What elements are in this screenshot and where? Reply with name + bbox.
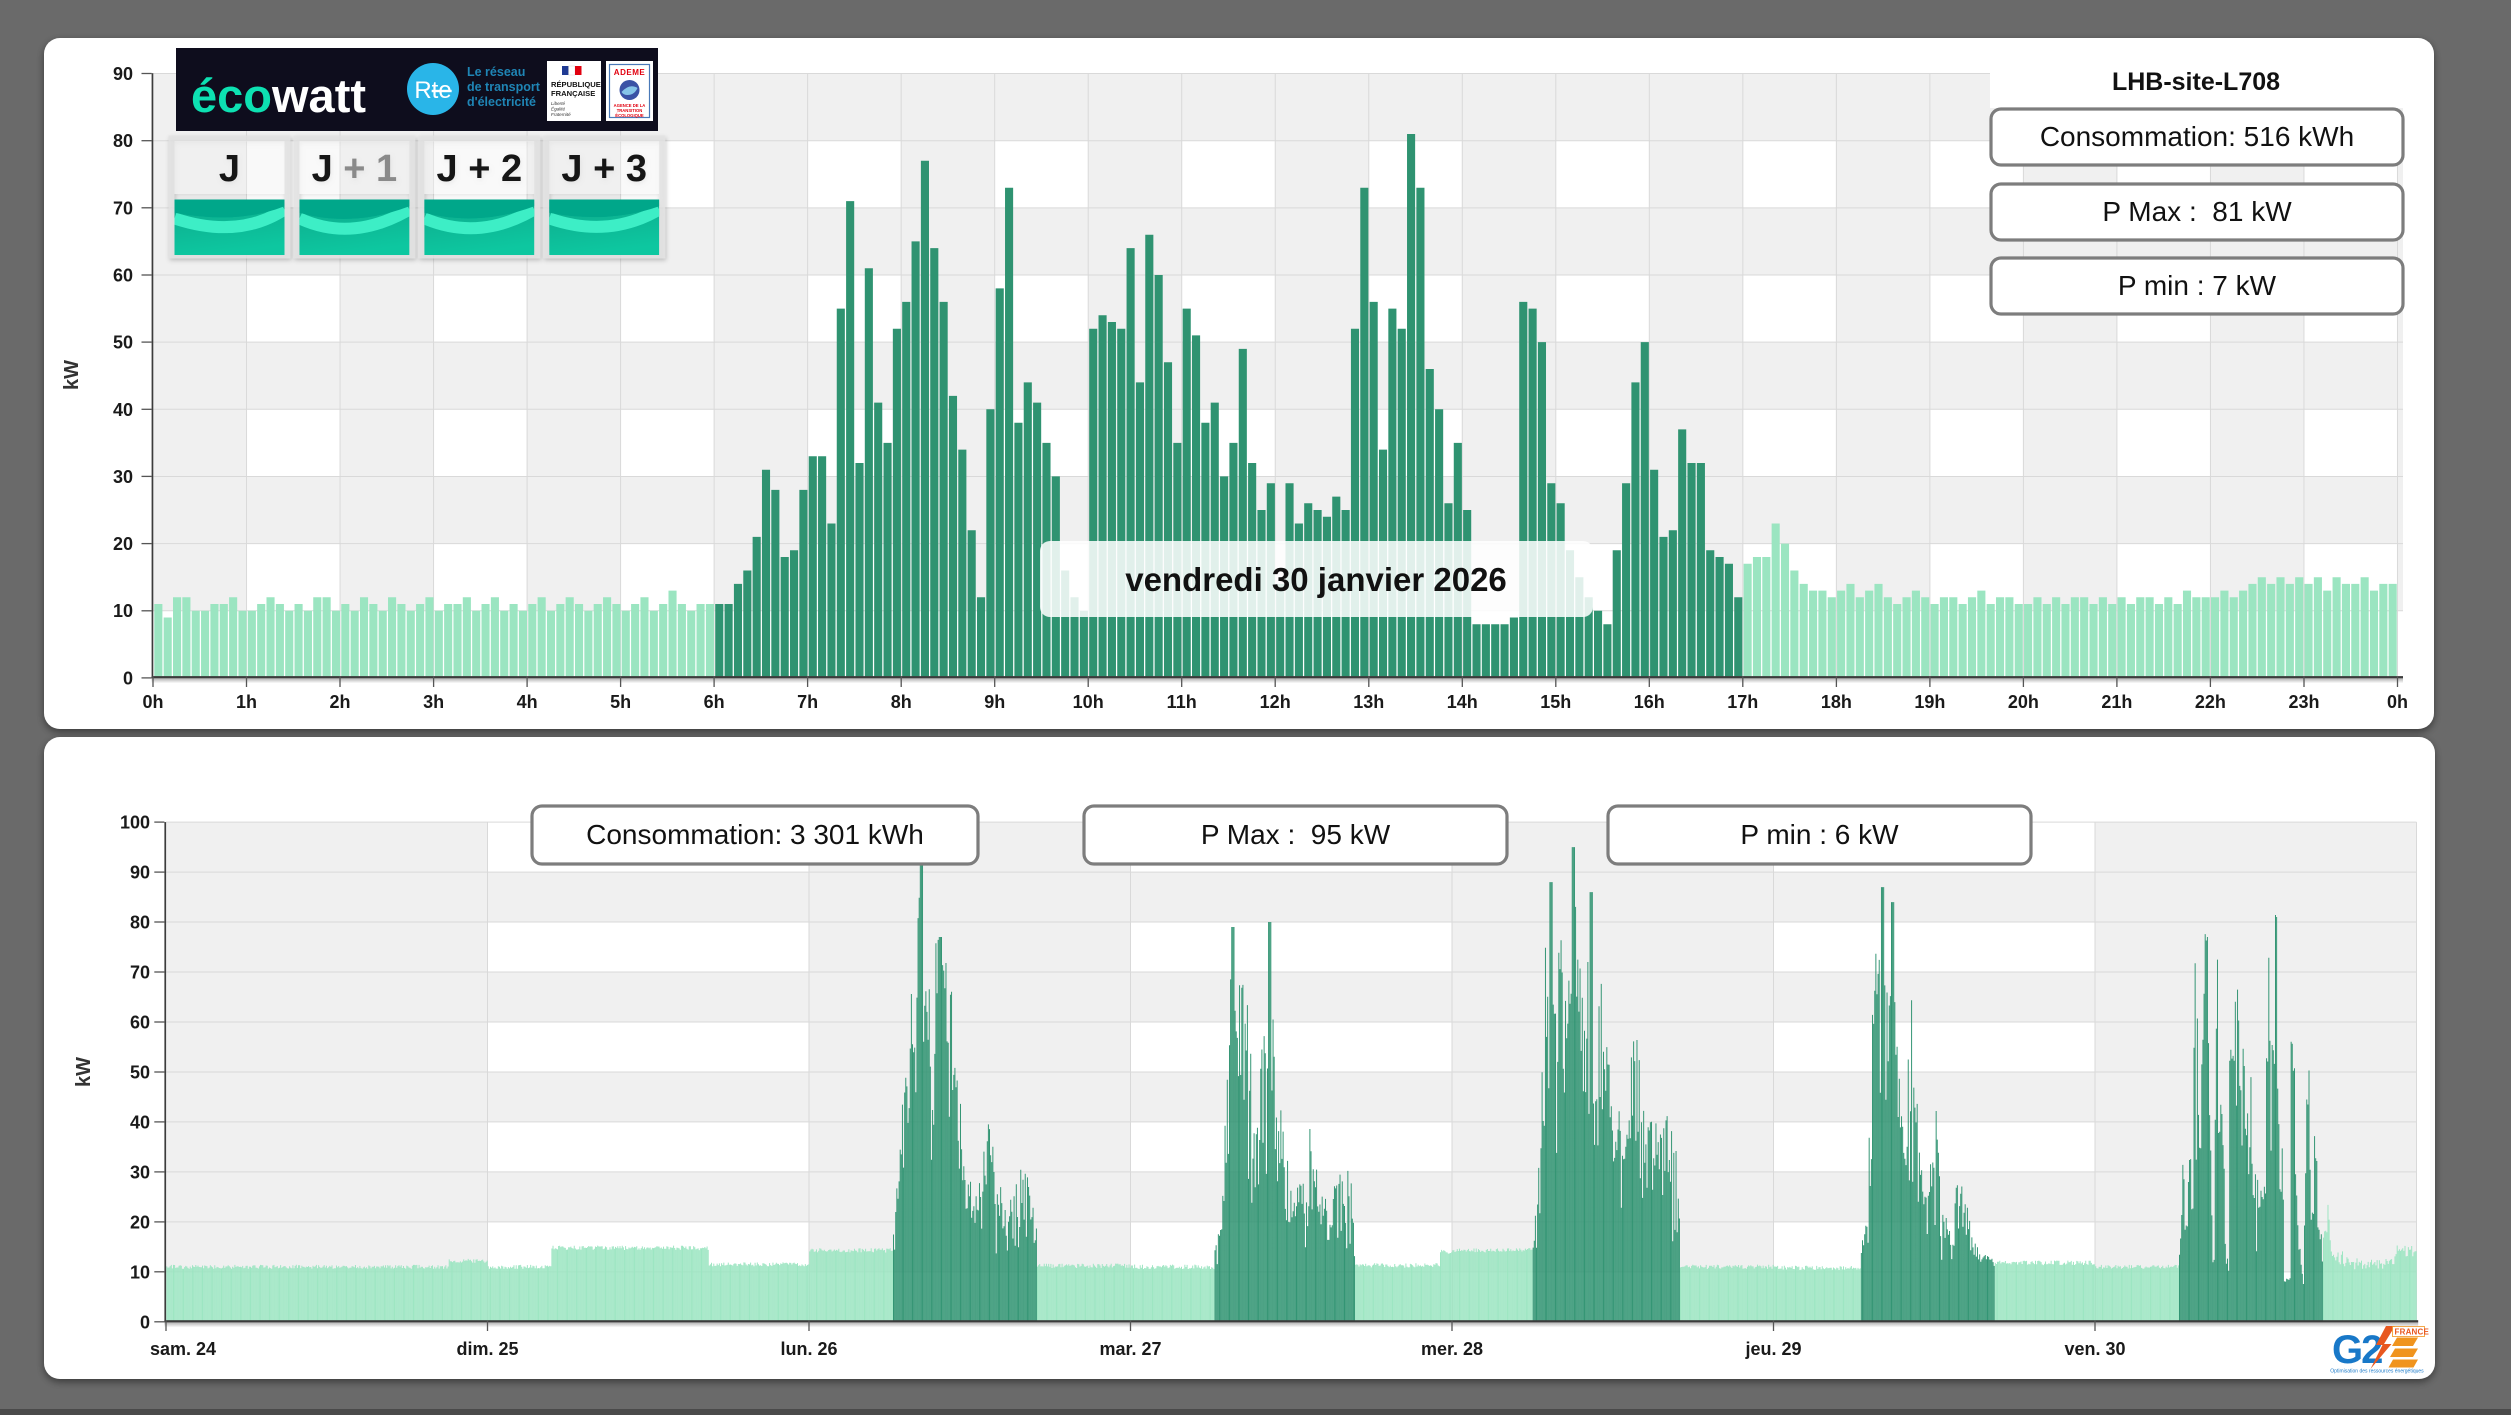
svg-text:90: 90	[130, 863, 150, 883]
svg-text:Consommation: 516 kWh: Consommation: 516 kWh	[2040, 121, 2354, 152]
svg-text:sam. 24: sam. 24	[150, 1339, 216, 1359]
svg-text:kW: kW	[61, 360, 83, 390]
svg-text:vendredi 30 janvier 2026: vendredi 30 janvier 2026	[1125, 561, 1507, 598]
svg-text:90: 90	[113, 64, 133, 84]
svg-text:G2: G2	[2332, 1328, 2382, 1372]
svg-text:mar. 27: mar. 27	[1099, 1339, 1161, 1359]
svg-text:70: 70	[113, 198, 133, 218]
svg-text:Le réseau: Le réseau	[467, 65, 525, 79]
svg-text:2h: 2h	[329, 692, 350, 712]
svg-text:12h: 12h	[1260, 692, 1291, 712]
svg-text:80: 80	[113, 131, 133, 151]
svg-text:FRANCE: FRANCE	[2395, 1328, 2430, 1337]
svg-text:0h: 0h	[142, 692, 163, 712]
svg-text:mer. 28: mer. 28	[1421, 1339, 1483, 1359]
svg-text:Liberté: Liberté	[551, 101, 565, 106]
svg-text:Optimisation des ressources én: Optimisation des ressources énergétiques	[2330, 1369, 2424, 1375]
svg-text:1h: 1h	[236, 692, 257, 712]
svg-text:kW: kW	[73, 1057, 95, 1087]
svg-text:7h: 7h	[797, 692, 818, 712]
svg-text:30: 30	[113, 467, 133, 487]
svg-text:20: 20	[113, 534, 133, 554]
svg-text:13h: 13h	[1353, 692, 1384, 712]
svg-text:Fraternité: Fraternité	[551, 112, 571, 117]
svg-text:10: 10	[113, 601, 133, 621]
svg-text:ven. 30: ven. 30	[2064, 1339, 2125, 1359]
svg-text:ÉCOLOGIQUE: ÉCOLOGIQUE	[615, 113, 644, 118]
svg-text:23h: 23h	[2288, 692, 2319, 712]
svg-text:P min : 7 kW: P min : 7 kW	[2118, 270, 2277, 301]
svg-text:80: 80	[130, 913, 150, 933]
svg-text:14h: 14h	[1447, 692, 1478, 712]
svg-text:ADEME: ADEME	[614, 68, 646, 77]
svg-text:70: 70	[130, 963, 150, 983]
svg-text:dim. 25: dim. 25	[456, 1339, 518, 1359]
svg-text:100: 100	[120, 813, 150, 833]
svg-text:10: 10	[130, 1262, 150, 1282]
svg-text:30: 30	[130, 1162, 150, 1182]
svg-text:40: 40	[130, 1112, 150, 1132]
svg-text:J + 1: J + 1	[312, 148, 398, 190]
svg-text:P Max : 95 kW: P Max : 95 kW	[1201, 819, 1391, 850]
svg-text:J: J	[219, 148, 240, 190]
svg-text:11h: 11h	[1167, 692, 1197, 712]
svg-text:50: 50	[113, 333, 133, 353]
svg-text:50: 50	[130, 1063, 150, 1083]
svg-text:60: 60	[130, 1013, 150, 1033]
svg-text:8h: 8h	[891, 692, 912, 712]
svg-text:0: 0	[140, 1312, 150, 1332]
svg-text:Égalité: Égalité	[551, 106, 565, 112]
svg-text:P min : 6 kW: P min : 6 kW	[1740, 819, 1899, 850]
svg-text:22h: 22h	[2195, 692, 2226, 712]
svg-text:40: 40	[113, 400, 133, 420]
svg-text:3h: 3h	[423, 692, 444, 712]
svg-text:0h: 0h	[2387, 692, 2408, 712]
svg-text:19h: 19h	[1914, 692, 1945, 712]
svg-text:20: 20	[130, 1212, 150, 1232]
svg-text:6h: 6h	[704, 692, 725, 712]
svg-text:de transport: de transport	[467, 80, 541, 94]
svg-text:9h: 9h	[984, 692, 1005, 712]
svg-text:J + 3: J + 3	[561, 148, 647, 190]
svg-text:LHB-site-L708: LHB-site-L708	[2112, 68, 2280, 96]
svg-text:Rte: Rte	[414, 77, 451, 104]
svg-text:d'électricité: d'électricité	[467, 95, 536, 109]
svg-text:4h: 4h	[517, 692, 538, 712]
svg-text:5h: 5h	[610, 692, 631, 712]
svg-text:J + 2: J + 2	[437, 148, 523, 190]
svg-text:Consommation: 3 301 kWh: Consommation: 3 301 kWh	[586, 819, 924, 850]
svg-text:20h: 20h	[2008, 692, 2039, 712]
svg-text:jeu. 29: jeu. 29	[1744, 1339, 1801, 1359]
svg-text:lun. 26: lun. 26	[780, 1339, 837, 1359]
svg-text:RÉPUBLIQUE: RÉPUBLIQUE	[551, 80, 601, 89]
svg-text:18h: 18h	[1821, 692, 1852, 712]
svg-text:17h: 17h	[1727, 692, 1758, 712]
svg-text:60: 60	[113, 266, 133, 286]
svg-text:écowatt: écowatt	[191, 69, 366, 122]
svg-text:10h: 10h	[1073, 692, 1104, 712]
svg-text:0: 0	[123, 668, 133, 688]
svg-text:15h: 15h	[1540, 692, 1571, 712]
svg-text:21h: 21h	[2101, 692, 2132, 712]
svg-text:P Max : 81 kW: P Max : 81 kW	[2102, 196, 2292, 227]
svg-text:FRANÇAISE: FRANÇAISE	[551, 89, 595, 98]
svg-text:16h: 16h	[1634, 692, 1665, 712]
